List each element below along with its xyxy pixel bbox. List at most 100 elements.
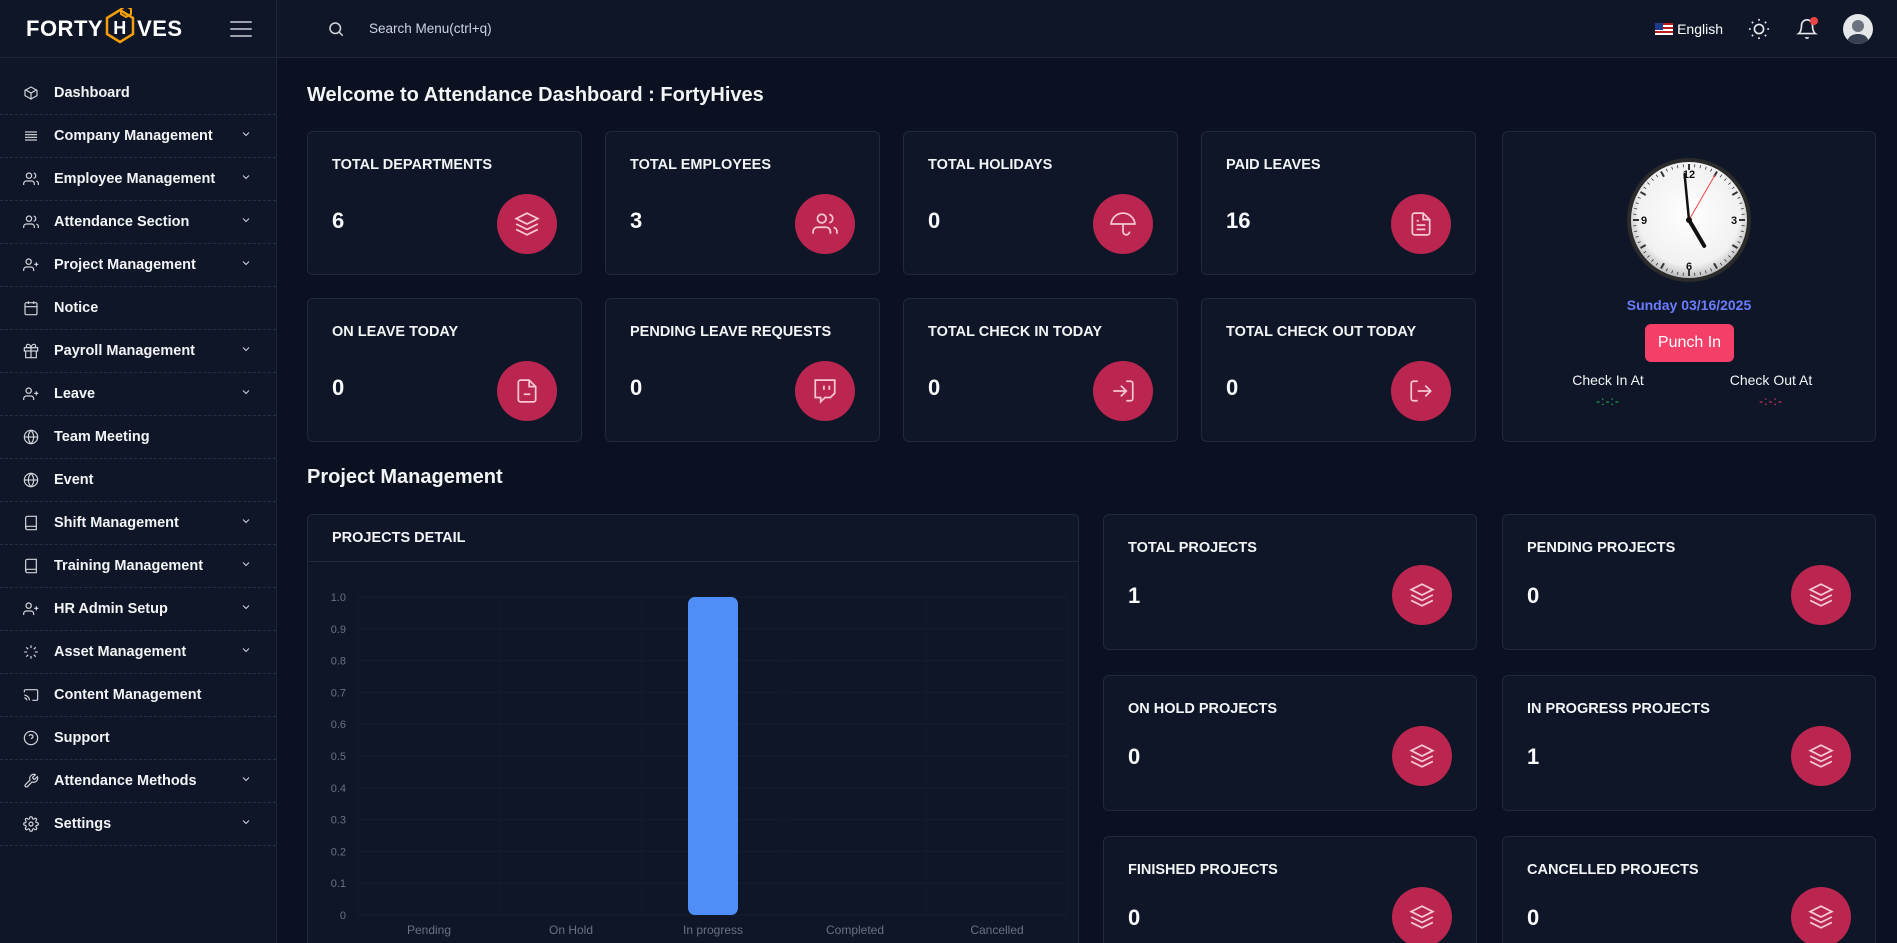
sidebar-item-notice[interactable]: Notice — [0, 287, 276, 330]
stat-value: 0 — [630, 375, 643, 400]
sidebar-item-label: Asset Management — [54, 644, 187, 660]
y-tick-label: 0.2 — [331, 846, 346, 858]
check-in-label: Check In At — [1572, 372, 1644, 388]
search-input[interactable] — [369, 21, 669, 36]
sidebar-item-company-management[interactable]: Company Management — [0, 115, 276, 158]
sidebar-item-attendance-methods[interactable]: Attendance Methods — [0, 760, 276, 803]
y-tick-label: 0.4 — [331, 783, 346, 795]
chevron-down-icon — [240, 128, 252, 144]
sidebar-item-project-management[interactable]: Project Management — [0, 244, 276, 287]
menu-toggle-icon[interactable] — [230, 20, 252, 37]
brand-name-part2: H — [113, 18, 127, 38]
sidebar-item-payroll-management[interactable]: Payroll Management — [0, 330, 276, 373]
umbrella-icon — [1093, 194, 1153, 254]
stat-value: 6 — [332, 208, 345, 233]
book-icon — [22, 514, 40, 532]
notification-dot — [1810, 16, 1818, 25]
globe-icon — [22, 471, 40, 489]
stat-value: 0 — [1226, 375, 1239, 400]
clock-card: 12 3 6 9 Sunday 03/16/2025 Punch In Chec… — [1502, 131, 1876, 442]
users-icon — [22, 213, 40, 231]
check-in-value: -:-:- — [1596, 394, 1620, 408]
layers-icon — [1791, 887, 1851, 943]
check-out-block: Check Out At -:-:- — [1711, 372, 1831, 408]
check-in-block: Check In At -:-:- — [1548, 372, 1668, 408]
layers-icon — [1791, 726, 1851, 786]
gift-icon — [22, 342, 40, 360]
gear-icon — [22, 815, 40, 833]
stat-title: TOTAL CHECK OUT TODAY — [1226, 324, 1417, 340]
punch-in-button[interactable]: Punch In — [1645, 324, 1734, 362]
sidebar-item-leave[interactable]: Leave — [0, 373, 276, 416]
sidebar-item-dashboard[interactable]: Dashboard — [0, 72, 276, 115]
sidebar-item-training-management[interactable]: Training Management — [0, 545, 276, 588]
analog-clock: 12 3 6 9 — [1627, 158, 1751, 282]
sidebar-nav: Dashboard Company Management Employee Mana… — [0, 58, 276, 846]
x-tick-label: Completed — [826, 923, 884, 937]
clock-numeral-9: 9 — [1641, 215, 1647, 227]
stat-value: 0 — [1128, 744, 1141, 769]
stat-value: 0 — [928, 208, 941, 233]
theme-toggle-sun-icon[interactable] — [1747, 17, 1771, 41]
y-tick-label: 0.3 — [331, 815, 346, 827]
projects-bar-chart: 0 0.1 0.2 0.3 0.4 0.5 0.6 0.7 0.8 0.9 1.0 Pending On… — [331, 592, 1069, 937]
project-stat-card-total-projects: TOTAL PROJECTS 1 — [1103, 514, 1477, 650]
stat-title: CANCELLED PROJECTS — [1527, 862, 1699, 878]
chevron-down-icon — [240, 601, 252, 617]
x-tick-label: In progress — [683, 923, 743, 937]
y-tick-label: 0.1 — [331, 878, 346, 890]
chevron-down-icon — [240, 558, 252, 574]
globe-icon — [22, 428, 40, 446]
sidebar-item-label: Content Management — [54, 687, 202, 703]
sidebar-item-shift-management[interactable]: Shift Management — [0, 502, 276, 545]
sidebar-item-attendance-section[interactable]: Attendance Section — [0, 201, 276, 244]
x-tick-label: Pending — [407, 923, 451, 937]
twitch-icon — [795, 361, 855, 421]
sidebar-item-label: Notice — [54, 300, 99, 316]
projects-detail-title: PROJECTS DETAIL — [308, 515, 1078, 562]
sidebar-item-event[interactable]: Event — [0, 459, 276, 502]
sidebar-item-team-meeting[interactable]: Team Meeting — [0, 416, 276, 459]
sidebar-item-label: Attendance Section — [54, 214, 190, 230]
stat-title: TOTAL DEPARTMENTS — [332, 157, 493, 173]
sidebar-item-label: Attendance Methods — [54, 773, 197, 789]
sidebar-item-label: Settings — [54, 816, 112, 832]
clock-date: Sunday 03/16/2025 — [1626, 297, 1752, 313]
sidebar-item-label: Training Management — [54, 558, 204, 574]
language-selector[interactable]: English — [1655, 21, 1723, 37]
us-flag-icon — [1655, 22, 1674, 35]
stat-title: TOTAL CHECK IN TODAY — [928, 324, 1103, 340]
hex-logo-icon: H — [105, 4, 135, 43]
sidebar-item-settings[interactable]: Settings — [0, 803, 276, 846]
sidebar-item-employee-management[interactable]: Employee Management — [0, 158, 276, 201]
stat-card-total-check-in-today: TOTAL CHECK IN TODAY 0 — [903, 298, 1178, 442]
stat-title: FINISHED PROJECTS — [1128, 862, 1278, 878]
file-minus-icon — [497, 361, 557, 421]
topbar-actions: English — [1655, 13, 1873, 44]
layers-icon — [1392, 726, 1452, 786]
chart-bar-in-progress — [688, 597, 738, 915]
layers-icon — [497, 194, 557, 254]
sidebar-item-content-management[interactable]: Content Management — [0, 674, 276, 717]
user-plus-icon — [22, 600, 40, 618]
brand-bar: FORTY H VES — [0, 0, 276, 58]
user-avatar[interactable] — [1843, 13, 1873, 44]
users-icon — [22, 170, 40, 188]
user-plus-icon — [22, 256, 40, 274]
y-tick-label: 0 — [340, 910, 346, 922]
project-stat-card-finished-projects: FINISHED PROJECTS 0 — [1103, 836, 1477, 943]
sidebar-item-label: HR Admin Setup — [54, 601, 168, 617]
notifications-bell-icon[interactable] — [1795, 16, 1819, 41]
chevron-down-icon — [240, 343, 252, 359]
file-text-icon — [1391, 194, 1451, 254]
sidebar-item-label: Shift Management — [54, 515, 179, 531]
search-icon[interactable] — [327, 20, 345, 38]
sidebar-item-asset-management[interactable]: Asset Management — [0, 631, 276, 674]
sidebar-item-support[interactable]: Support — [0, 717, 276, 760]
brand-logo[interactable]: FORTY H VES — [26, 4, 183, 46]
sidebar-item-label: Event — [54, 472, 94, 488]
sidebar-item-hr-admin-setup[interactable]: HR Admin Setup — [0, 588, 276, 631]
sidebar-item-label: Payroll Management — [54, 343, 196, 359]
brand-name-part3: VES — [137, 15, 183, 41]
sidebar-item-label: Project Management — [54, 257, 196, 273]
